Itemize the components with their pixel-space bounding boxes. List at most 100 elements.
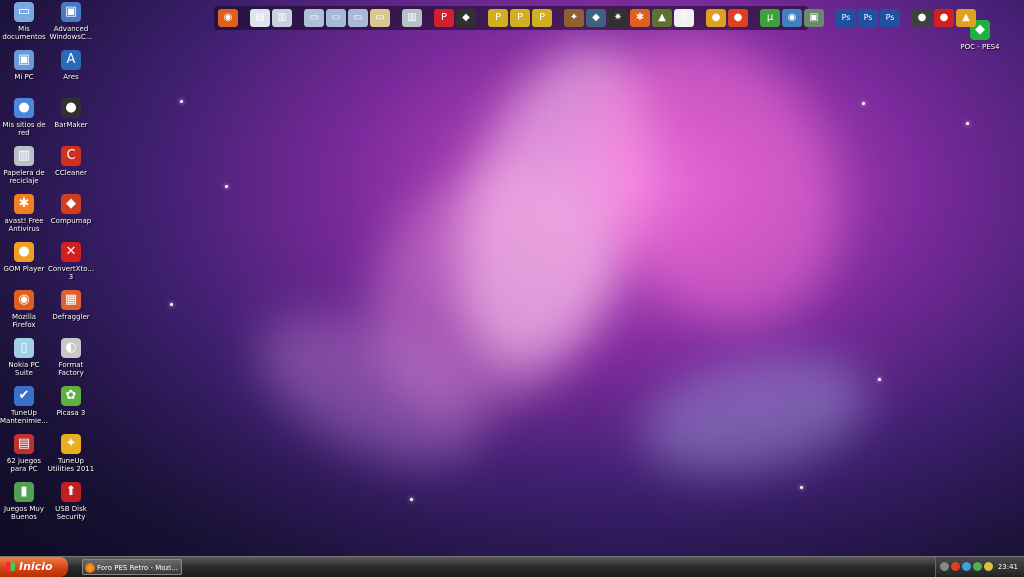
taskbar: Inicio Foro PES Retro - Mozi... 23:41	[0, 556, 1024, 577]
desktop-icon[interactable]: ⬆ USB Disk Security	[47, 482, 95, 521]
photoshop-icon-1[interactable]: Ps	[836, 9, 856, 27]
toolbar-separator	[826, 9, 834, 27]
usb-disk-security-icon: ⬆	[61, 482, 81, 502]
desktop-icon-label: GOM Player	[3, 265, 45, 273]
desktop-icon[interactable]: ▦ Defraggler	[47, 290, 95, 321]
utorrent-icon[interactable]: µ	[760, 9, 780, 27]
ccleaner-icon: C	[61, 146, 81, 166]
desktop-icon[interactable]: ▯ Nokia PC Suite	[0, 338, 48, 377]
desktop-icon[interactable]: ✔ TuneUp Mantenimie...	[0, 386, 48, 425]
pes-game-icon-2[interactable]: P	[510, 9, 530, 27]
games-archive-icon: ▮	[14, 482, 34, 502]
star	[878, 378, 881, 381]
taskbar-button-firefox[interactable]: Foro PES Retro - Mozi...	[82, 559, 182, 575]
tray-network-icon[interactable]	[962, 562, 971, 571]
desktop-icon-label: Picasa 3	[56, 409, 86, 417]
desktop-icon-label: Mis sitios de red	[2, 121, 46, 137]
desktop-icon[interactable]: ◐ Format Factory	[47, 338, 95, 377]
star	[862, 102, 865, 105]
desktop-icon[interactable]: ▥ Papelera de reciclaje	[0, 146, 48, 185]
folder-launch-icon-3[interactable]: ▭	[348, 9, 368, 27]
recycle-bin-icon: ▥	[14, 146, 34, 166]
recycle-launch-icon[interactable]: ▥	[402, 9, 422, 27]
convertxto-icon: ✕	[61, 242, 81, 262]
star	[225, 185, 228, 188]
star	[180, 100, 183, 103]
pes-game-icon-1[interactable]: P	[488, 9, 508, 27]
folder-launch-icon-2[interactable]: ▭	[326, 9, 346, 27]
tool-icon-2[interactable]: ●	[728, 9, 748, 27]
desktop-icon[interactable]: ◆ Compumap	[47, 194, 95, 225]
desktop-icon[interactable]: ▤ 62 juegos para PC	[0, 434, 48, 473]
quick-launch-toolbar: ◉ ▤ ▥ ▭ ▭ ▭ ▭ ▥ P ◆ P P P ✦ ◆ ✷ ✱ ▲ B ● ● µ ◉ ▣ Ps Ps Ps ● ● ▲	[214, 6, 976, 30]
toolbar-separator	[696, 9, 704, 27]
tray-arrow-icon[interactable]	[940, 562, 949, 571]
desktop-icon-label: POC - PES4	[960, 43, 1000, 51]
folder-launch-icon-4[interactable]: ▭	[370, 9, 390, 27]
aurora-glow	[423, 21, 687, 389]
desktop-icon-label: USB Disk Security	[55, 505, 87, 521]
game-icon-6[interactable]: B	[674, 9, 694, 27]
tuneup-maintenance-icon: ✔	[14, 386, 34, 406]
aurora-glow	[631, 337, 879, 493]
tool-icon-3[interactable]: ◉	[782, 9, 802, 27]
game-icon-5[interactable]: ▲	[652, 9, 672, 27]
aurora-glow	[322, 119, 658, 461]
pes-launch-icon[interactable]: P	[434, 9, 454, 27]
desktop-icon[interactable]: ● Mis sitios de red	[0, 98, 48, 137]
desktop-icon[interactable]: ▭ Mis documentos	[0, 2, 48, 41]
tray-volume-icon[interactable]	[984, 562, 993, 571]
start-button[interactable]: Inicio	[0, 557, 68, 577]
desktop-icon-label: TuneUp Mantenimie...	[0, 409, 48, 425]
desktop-icon[interactable]: ◉ Mozilla Firefox	[0, 290, 48, 329]
tray-utorrent-icon[interactable]	[973, 562, 982, 571]
advanced-windowscare-icon: ▣	[61, 2, 81, 22]
windows-launch-icon[interactable]: ▤	[250, 9, 270, 27]
desktop-icon[interactable]: ✦ TuneUp Utilities 2011	[47, 434, 95, 473]
star	[966, 122, 969, 125]
desktop-icon[interactable]: ✕ ConvertXto... 3	[47, 242, 95, 281]
desktop-icon[interactable]: C CCleaner	[47, 146, 95, 177]
aurora-glow	[543, 0, 887, 367]
desktop-icon[interactable]: A Ares	[47, 50, 95, 81]
desktop-icon[interactable]: ▮ Juegos Muy Buenos	[0, 482, 48, 521]
folder-documents-icon: ▭	[14, 2, 34, 22]
explorer-launch-icon[interactable]: ▥	[272, 9, 292, 27]
photoshop-icon-3[interactable]: Ps	[880, 9, 900, 27]
game-icon-3[interactable]: ✷	[608, 9, 628, 27]
barmaker-icon: ●	[61, 98, 81, 118]
desktop-icon[interactable]: ▣ Advanced WindowsC...	[47, 2, 95, 41]
desktop-icon-label: Advanced WindowsC...	[49, 25, 93, 41]
shield-launch-icon[interactable]: ◆	[456, 9, 476, 27]
tool-icon-6[interactable]: ●	[934, 9, 954, 27]
desktop-icon-label: Mi PC	[14, 73, 34, 81]
toolbar-separator	[424, 9, 432, 27]
folder-launch-icon-1[interactable]: ▭	[304, 9, 324, 27]
tool-icon-4[interactable]: ▣	[804, 9, 824, 27]
desktop-icon[interactable]: ▣ Mi PC	[0, 50, 48, 81]
desktop-icon-label: 62 juegos para PC	[6, 457, 42, 473]
game-icon-2[interactable]: ◆	[586, 9, 606, 27]
desktop-icon-label: Nokia PC Suite	[8, 361, 40, 377]
desktop-icon-label: BarMaker	[54, 121, 88, 129]
desktop-icon-label: Format Factory	[58, 361, 84, 377]
firefox-launch-icon[interactable]: ◉	[218, 9, 238, 27]
photoshop-icon-2[interactable]: Ps	[858, 9, 878, 27]
tool-icon-7[interactable]: ▲	[956, 9, 976, 27]
compumap-icon: ◆	[61, 194, 81, 214]
game-icon-4[interactable]: ✱	[630, 9, 650, 27]
desktop-icon-label: Mis documentos	[2, 25, 46, 41]
tray-avast-icon[interactable]	[951, 562, 960, 571]
star	[800, 486, 803, 489]
windows-logo-icon	[6, 562, 15, 571]
desktop-icon[interactable]: ● BarMaker	[47, 98, 95, 129]
tool-icon-1[interactable]: ●	[706, 9, 726, 27]
game-icon-1[interactable]: ✦	[564, 9, 584, 27]
pes-game-icon-3[interactable]: P	[532, 9, 552, 27]
taskbar-clock[interactable]: 23:41	[998, 557, 1018, 577]
desktop-icon[interactable]: ✱ avast! Free Antivirus	[0, 194, 48, 233]
desktop-icon[interactable]: ✿ Picasa 3	[47, 386, 95, 417]
desktop-icon[interactable]: ● GOM Player	[0, 242, 48, 273]
tool-icon-5[interactable]: ●	[912, 9, 932, 27]
network-globe-icon: ●	[14, 98, 34, 118]
